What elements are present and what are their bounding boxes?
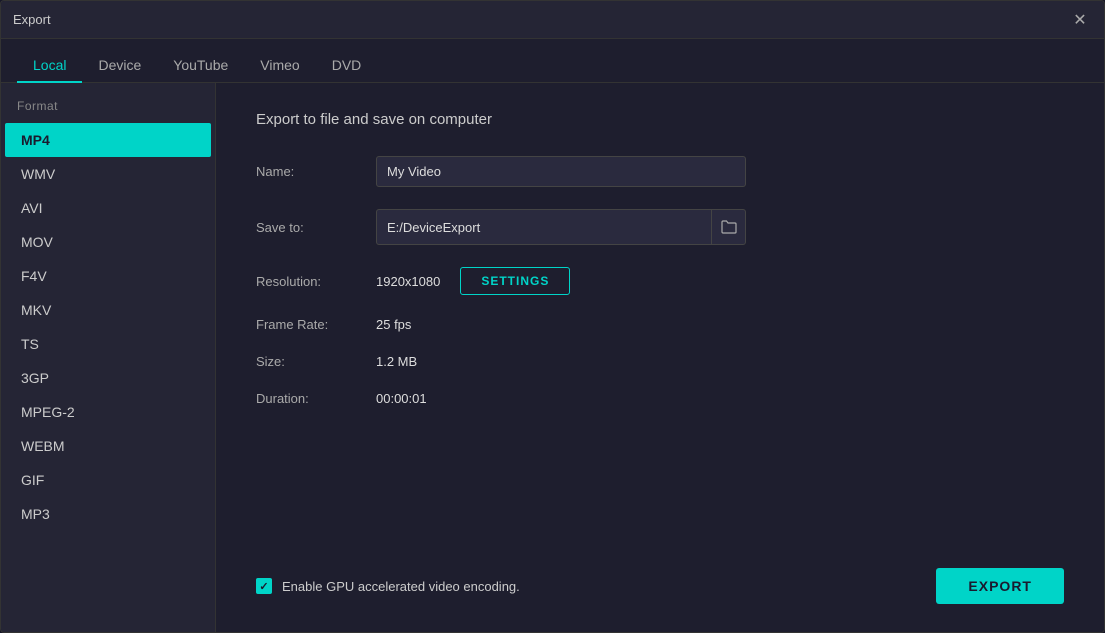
save-to-value: E:/DeviceExport xyxy=(377,213,711,242)
sidebar-item-avi[interactable]: AVI xyxy=(5,191,211,225)
gpu-label: Enable GPU accelerated video encoding. xyxy=(282,579,520,594)
sidebar-item-mpeg2[interactable]: MPEG-2 xyxy=(5,395,211,429)
save-to-wrapper: E:/DeviceExport xyxy=(376,209,746,245)
duration-row: Duration: 00:00:01 xyxy=(256,391,1064,406)
sidebar-item-mov[interactable]: MOV xyxy=(5,225,211,259)
resolution-wrapper: 1920x1080 SETTINGS xyxy=(376,267,570,295)
sidebar-item-webm[interactable]: WEBM xyxy=(5,429,211,463)
tab-local[interactable]: Local xyxy=(17,49,82,83)
gpu-checkbox[interactable] xyxy=(256,578,272,594)
sidebar-item-f4v[interactable]: F4V xyxy=(5,259,211,293)
frame-rate-value: 25 fps xyxy=(376,317,411,332)
export-description: Export to file and save on computer xyxy=(256,111,1064,128)
close-button[interactable]: ✕ xyxy=(1068,8,1092,32)
format-label: Format xyxy=(1,99,215,123)
duration-label: Duration: xyxy=(256,391,376,406)
size-label: Size: xyxy=(256,354,376,369)
title-bar: Export ✕ xyxy=(1,1,1104,39)
sidebar-item-wmv[interactable]: WMV xyxy=(5,157,211,191)
name-input[interactable] xyxy=(376,156,746,187)
tab-youtube[interactable]: YouTube xyxy=(157,49,244,83)
save-to-label: Save to: xyxy=(256,220,376,235)
sidebar-item-gif[interactable]: GIF xyxy=(5,463,211,497)
size-row: Size: 1.2 MB xyxy=(256,354,1064,369)
frame-rate-row: Frame Rate: 25 fps xyxy=(256,317,1064,332)
frame-rate-label: Frame Rate: xyxy=(256,317,376,332)
sidebar-item-mp4[interactable]: MP4 xyxy=(5,123,211,157)
gpu-checkbox-wrapper[interactable]: Enable GPU accelerated video encoding. xyxy=(256,578,520,594)
content-area: Format MP4 WMV AVI MOV F4V MKV TS 3GP MP… xyxy=(1,83,1104,632)
resolution-label: Resolution: xyxy=(256,274,376,289)
browse-folder-button[interactable] xyxy=(711,210,745,244)
name-row: Name: xyxy=(256,156,1064,187)
resolution-row: Resolution: 1920x1080 SETTINGS xyxy=(256,267,1064,295)
sidebar: Format MP4 WMV AVI MOV F4V MKV TS 3GP MP… xyxy=(1,83,216,632)
sidebar-item-mp3[interactable]: MP3 xyxy=(5,497,211,531)
resolution-value: 1920x1080 xyxy=(376,274,440,289)
tab-dvd[interactable]: DVD xyxy=(316,49,378,83)
sidebar-item-ts[interactable]: TS xyxy=(5,327,211,361)
settings-button[interactable]: SETTINGS xyxy=(460,267,570,295)
window-title: Export xyxy=(13,12,51,27)
main-panel: Export to file and save on computer Name… xyxy=(216,83,1104,632)
sidebar-item-3gp[interactable]: 3GP xyxy=(5,361,211,395)
export-window: Export ✕ Local Device YouTube Vimeo DVD … xyxy=(0,0,1105,633)
size-value: 1.2 MB xyxy=(376,354,417,369)
export-button[interactable]: EXPORT xyxy=(936,568,1064,604)
save-to-row: Save to: E:/DeviceExport xyxy=(256,209,1064,245)
tab-device[interactable]: Device xyxy=(82,49,157,83)
tab-bar: Local Device YouTube Vimeo DVD xyxy=(1,39,1104,83)
duration-value: 00:00:01 xyxy=(376,391,427,406)
name-label: Name: xyxy=(256,164,376,179)
tab-vimeo[interactable]: Vimeo xyxy=(244,49,315,83)
footer: Enable GPU accelerated video encoding. E… xyxy=(256,558,1064,604)
sidebar-item-mkv[interactable]: MKV xyxy=(5,293,211,327)
